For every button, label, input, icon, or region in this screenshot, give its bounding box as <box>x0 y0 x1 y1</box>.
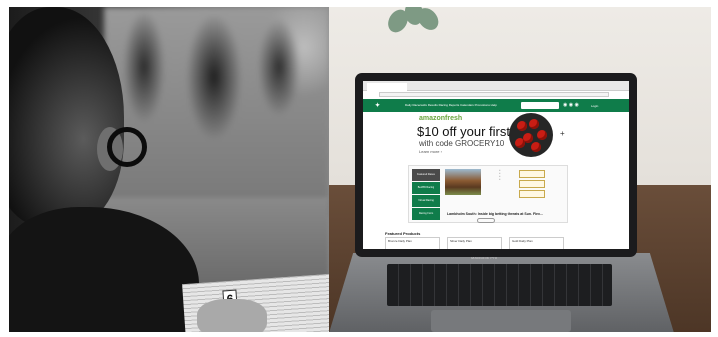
menu-item[interactable]: Featured Races <box>412 169 440 181</box>
horse-race-image[interactable] <box>445 169 481 195</box>
race-caption[interactable]: Lambholm South: Inside big betting threa… <box>447 212 543 216</box>
tomato <box>515 138 525 148</box>
site-logo[interactable]: ✦ <box>375 102 380 109</box>
nav-item[interactable]: Calendars <box>460 103 474 107</box>
menu-item[interactable]: Bet365 Racing <box>412 182 440 194</box>
product-card[interactable]: Silver Daily Plan <box>447 237 502 249</box>
address-bar[interactable] <box>379 92 609 97</box>
browser-chrome <box>363 81 629 91</box>
login-link[interactable]: Login <box>591 104 598 108</box>
search-input[interactable] <box>521 102 559 109</box>
nav-items[interactable]: Daily Racecards Results Racing Reports C… <box>405 103 497 107</box>
plant-leaves <box>384 7 443 37</box>
promo-brand: amazonfresh <box>419 115 463 122</box>
blurred-crowd <box>104 7 329 217</box>
odds-button[interactable] <box>519 190 545 198</box>
promo-learn-more-link[interactable]: Learn more › <box>419 149 442 154</box>
composite-photo: 6 MacBook Pro ✦ Daily Racecards Results … <box>9 7 711 332</box>
site-nav: ✦ Daily Racecards Results Racing Reports… <box>363 99 629 112</box>
odds-button[interactable] <box>519 180 545 188</box>
laptop-keyboard <box>387 264 612 306</box>
plus-icon[interactable]: + <box>560 129 565 138</box>
nav-item[interactable]: Help <box>491 103 497 107</box>
tomatoes-image <box>509 113 553 157</box>
nav-item[interactable]: Promotions <box>475 103 490 107</box>
tomato <box>537 130 547 140</box>
laptop-trackpad <box>431 310 571 332</box>
glasses-icon <box>107 127 147 167</box>
nav-item[interactable]: Racecards <box>413 103 427 107</box>
website-screen: ✦ Daily Racecards Results Racing Reports… <box>363 81 629 249</box>
nav-item[interactable]: Reports <box>449 103 460 107</box>
featured-title: Featured Products <box>385 231 421 236</box>
man-hand <box>197 299 267 332</box>
tomato <box>531 142 541 152</box>
bw-photo-panel: 6 <box>9 7 329 332</box>
menu-item[interactable]: Racing Form <box>412 208 440 220</box>
nav-item[interactable]: Results <box>428 103 438 107</box>
product-card[interactable]: Gold Daily Plan <box>509 237 564 249</box>
tomato <box>529 119 539 129</box>
racing-panel: Featured Races Bet365 Racing Virtual Rac… <box>408 165 568 223</box>
race-info-column: ▪ ▪ ▪ ▪ <box>499 169 501 181</box>
carousel-control[interactable] <box>477 218 495 223</box>
promo-code-line: with code GROCERY10 <box>419 139 505 148</box>
laptop-screen: ✦ Daily Racecards Results Racing Reports… <box>355 73 637 257</box>
leaf-icon <box>413 7 443 34</box>
odds-button[interactable] <box>519 170 545 178</box>
browser-tab[interactable] <box>367 83 407 91</box>
nav-item[interactable]: Daily <box>405 103 412 107</box>
account-icons[interactable]: ◉ ◉ ◉ <box>563 102 579 108</box>
menu-item[interactable]: Virtual Racing <box>412 195 440 207</box>
tomato <box>517 121 527 131</box>
product-card[interactable]: Bronze Daily Plan <box>385 237 440 249</box>
nav-item[interactable]: Racing <box>439 103 448 107</box>
